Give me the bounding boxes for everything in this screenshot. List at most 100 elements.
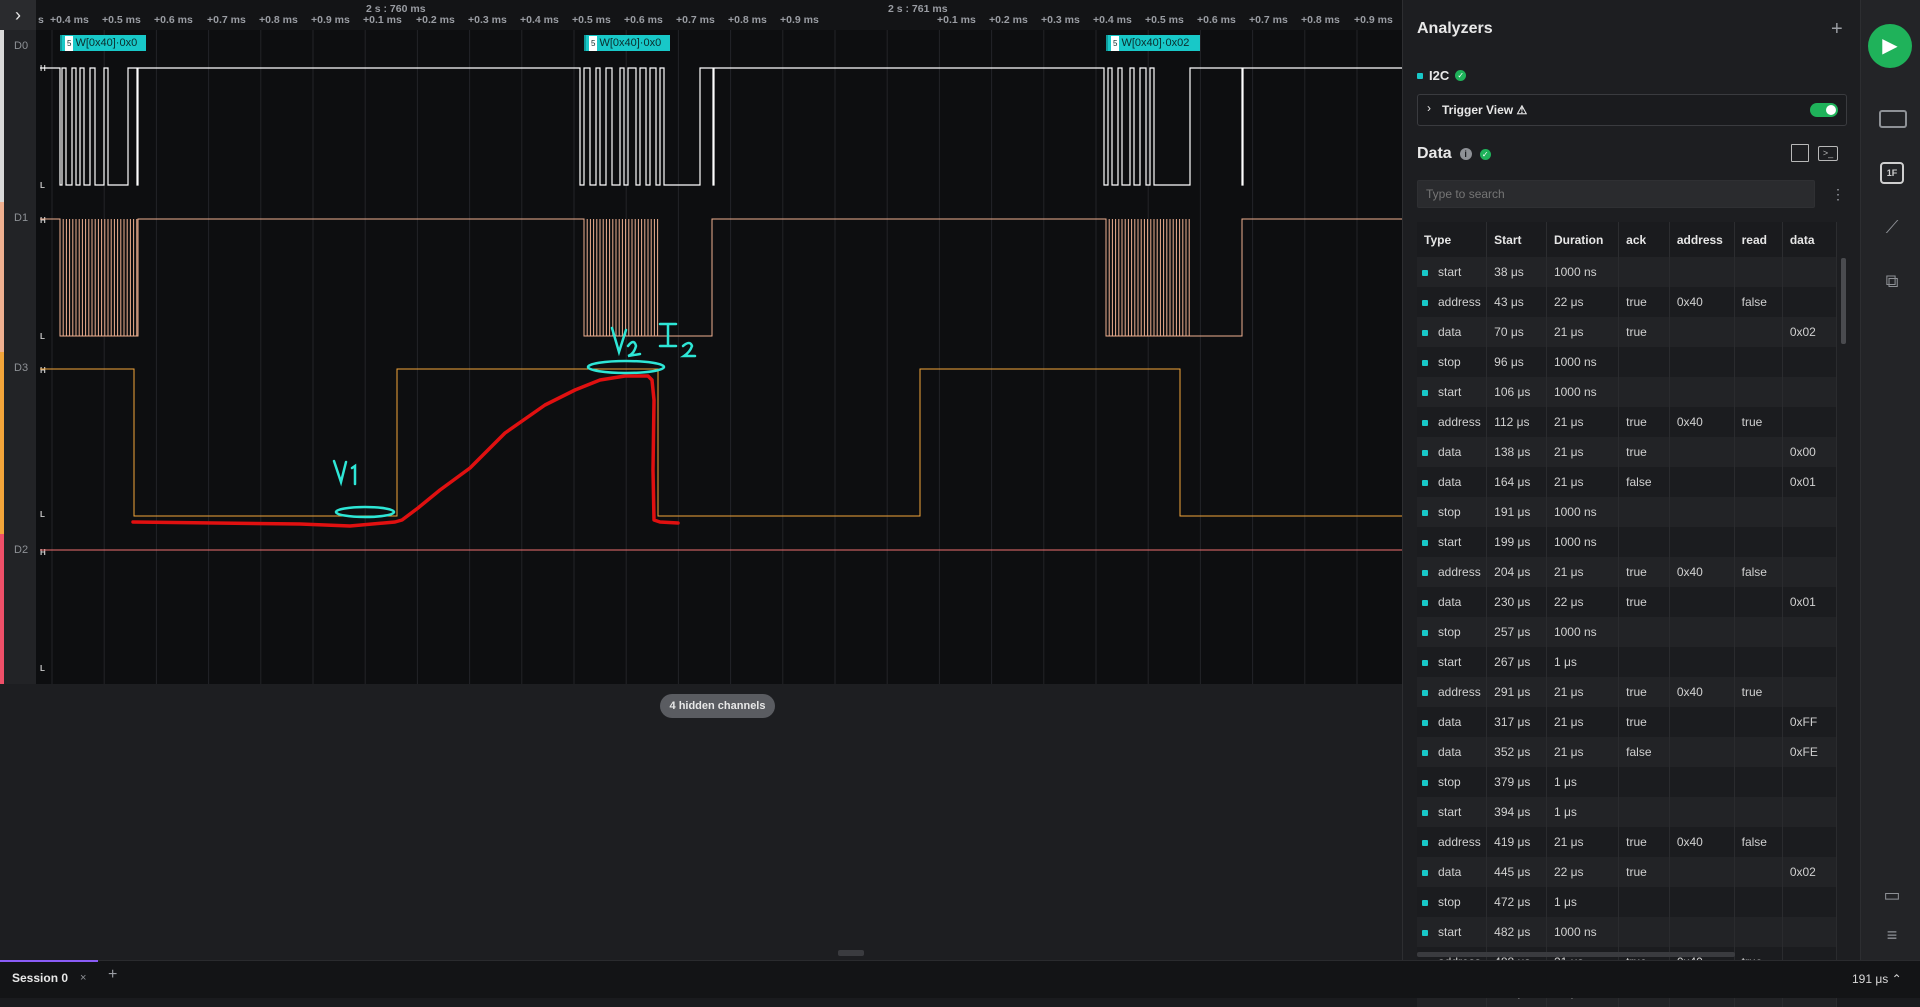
- column-header[interactable]: data: [1782, 222, 1838, 257]
- table-row[interactable]: data 445 μs 22 μs true 0x02: [1417, 857, 1838, 887]
- table-row[interactable]: start 38 μs 1000 ns: [1417, 257, 1838, 287]
- analyzer-item-i2c[interactable]: I2C ✓: [1417, 68, 1467, 83]
- table-row[interactable]: data 70 μs 21 μs true 0x02: [1417, 317, 1838, 347]
- table-cell: address: [1417, 557, 1488, 587]
- table-row[interactable]: data 164 μs 21 μs false 0x01: [1417, 467, 1838, 497]
- table-cell: false: [1618, 737, 1670, 767]
- table-row[interactable]: address 291 μs 21 μs true 0x40 true: [1417, 677, 1838, 707]
- table-cell: stop: [1417, 347, 1488, 377]
- extensions-icon[interactable]: ⧉: [1879, 270, 1905, 292]
- row-color-dot: [1422, 720, 1428, 726]
- column-header[interactable]: read: [1734, 222, 1783, 257]
- table-cell: true: [1618, 587, 1670, 617]
- row-color-dot: [1422, 300, 1428, 306]
- table-cell: [1734, 647, 1783, 677]
- vertical-scrollbar[interactable]: [1841, 258, 1846, 344]
- table-horizontal-scrollbar[interactable]: [1417, 952, 1735, 957]
- status-readout[interactable]: 191 μs ⌃: [1852, 972, 1902, 986]
- column-header[interactable]: address: [1669, 222, 1735, 257]
- info-icon[interactable]: i: [1459, 148, 1472, 160]
- table-row[interactable]: address 43 μs 22 μs true 0x40 false: [1417, 287, 1838, 317]
- close-icon[interactable]: ×: [80, 972, 86, 984]
- table-cell: 1000 ns: [1546, 917, 1620, 947]
- table-cell: address: [1417, 677, 1488, 707]
- table-row[interactable]: stop 191 μs 1000 ns: [1417, 497, 1838, 527]
- column-header[interactable]: Type: [1417, 222, 1488, 257]
- table-cell: 0x40: [1669, 677, 1735, 707]
- table-cell: [1782, 767, 1838, 797]
- table-row[interactable]: data 317 μs 21 μs true 0xFF: [1417, 707, 1838, 737]
- table-row[interactable]: start 106 μs 1000 ns: [1417, 377, 1838, 407]
- measure-icon[interactable]: ⟋: [1879, 216, 1905, 238]
- add-analyzer-button[interactable]: +: [1831, 18, 1843, 41]
- terminal-icon[interactable]: >_: [1818, 146, 1838, 161]
- table-row[interactable]: address 112 μs 21 μs true 0x40 true: [1417, 407, 1838, 437]
- table-cell: 1000 ns: [1546, 257, 1620, 287]
- device-icon[interactable]: [1879, 108, 1907, 130]
- table-cell: data: [1417, 317, 1488, 347]
- add-session-button[interactable]: +: [108, 966, 117, 984]
- row-color-dot: [1422, 840, 1428, 846]
- table-row[interactable]: data 138 μs 21 μs true 0x00: [1417, 437, 1838, 467]
- table-cell: true: [1618, 437, 1670, 467]
- table-row[interactable]: start 267 μs 1 μs: [1417, 647, 1838, 677]
- search-input[interactable]: [1417, 180, 1815, 208]
- table-cell: [1782, 647, 1838, 677]
- check-icon: ✓: [1479, 148, 1491, 160]
- table-cell: [1618, 797, 1670, 827]
- table-cell: start: [1417, 377, 1488, 407]
- row-color-dot: [1422, 630, 1428, 636]
- table-cell: [1669, 797, 1735, 827]
- hidden-channels-button[interactable]: 4 hidden channels: [660, 694, 775, 718]
- grid-icon[interactable]: [1791, 144, 1809, 162]
- horizontal-scrollbar[interactable]: [838, 950, 864, 956]
- table-cell: true: [1618, 707, 1670, 737]
- table-cell: 1 μs: [1546, 767, 1620, 797]
- table-row[interactable]: data 352 μs 21 μs false 0xFE: [1417, 737, 1838, 767]
- chat-icon[interactable]: ▭: [1879, 884, 1905, 906]
- table-cell: 204 μs: [1486, 557, 1547, 587]
- table-cell: [1734, 257, 1783, 287]
- table-cell: 1000 ns: [1546, 617, 1620, 647]
- play-button[interactable]: ▶: [1868, 24, 1912, 68]
- table-cell: 1000 ns: [1546, 377, 1620, 407]
- i2c-decode-tag[interactable]: 5 W[0x40]·0x02: [1106, 35, 1200, 51]
- trigger-view-toggle[interactable]: [1810, 103, 1838, 117]
- trigger-view-section[interactable]: › Trigger View ⚠: [1417, 94, 1847, 126]
- i2c-decode-tag[interactable]: 5 W[0x40]·0x0: [584, 35, 670, 51]
- table-cell: 0x40: [1669, 287, 1735, 317]
- table-row[interactable]: start 482 μs 1000 ns: [1417, 917, 1838, 947]
- kebab-icon[interactable]: ⋮: [1831, 186, 1845, 203]
- d0-trace: [40, 67, 1402, 186]
- table-cell: [1618, 377, 1670, 407]
- table-cell: 0xFF: [1782, 707, 1838, 737]
- row-color-dot: [1422, 480, 1428, 486]
- column-header[interactable]: Duration: [1546, 222, 1620, 257]
- session-tab-label: Session 0: [12, 971, 69, 985]
- table-row[interactable]: start 199 μs 1000 ns: [1417, 527, 1838, 557]
- table-row[interactable]: address 204 μs 21 μs true 0x40 false: [1417, 557, 1838, 587]
- table-row[interactable]: stop 257 μs 1000 ns: [1417, 617, 1838, 647]
- table-row[interactable]: stop 472 μs 1 μs: [1417, 887, 1838, 917]
- table-row[interactable]: address 419 μs 21 μs true 0x40 false: [1417, 827, 1838, 857]
- table-cell: [1618, 767, 1670, 797]
- grid-lines: [51, 30, 1358, 684]
- trigger-view-label: Trigger View ⚠: [1442, 103, 1528, 117]
- table-cell: 43 μs: [1486, 287, 1547, 317]
- table-cell: [1669, 857, 1735, 887]
- table-cell: 445 μs: [1486, 857, 1547, 887]
- i2c-decode-tag[interactable]: 5 W[0x40]·0x0: [60, 35, 146, 51]
- row-color-dot: [1422, 690, 1428, 696]
- analyzers-icon[interactable]: 1F: [1879, 162, 1905, 184]
- table-row[interactable]: stop 96 μs 1000 ns: [1417, 347, 1838, 377]
- session-tab[interactable]: Session 0 ×: [0, 960, 98, 999]
- table-row[interactable]: stop 379 μs 1 μs: [1417, 767, 1838, 797]
- table-cell: data: [1417, 467, 1488, 497]
- table-row[interactable]: start 394 μs 1 μs: [1417, 797, 1838, 827]
- menu-icon[interactable]: ≡: [1879, 924, 1905, 946]
- right-rail: 1F ⟋ ⧉ ▭ ≡: [1860, 0, 1920, 960]
- data-table: Type Start Duration ack address read data star…: [1417, 222, 1838, 1007]
- column-header[interactable]: ack: [1618, 222, 1670, 257]
- column-header[interactable]: Start: [1486, 222, 1547, 257]
- table-row[interactable]: data 230 μs 22 μs true 0x01: [1417, 587, 1838, 617]
